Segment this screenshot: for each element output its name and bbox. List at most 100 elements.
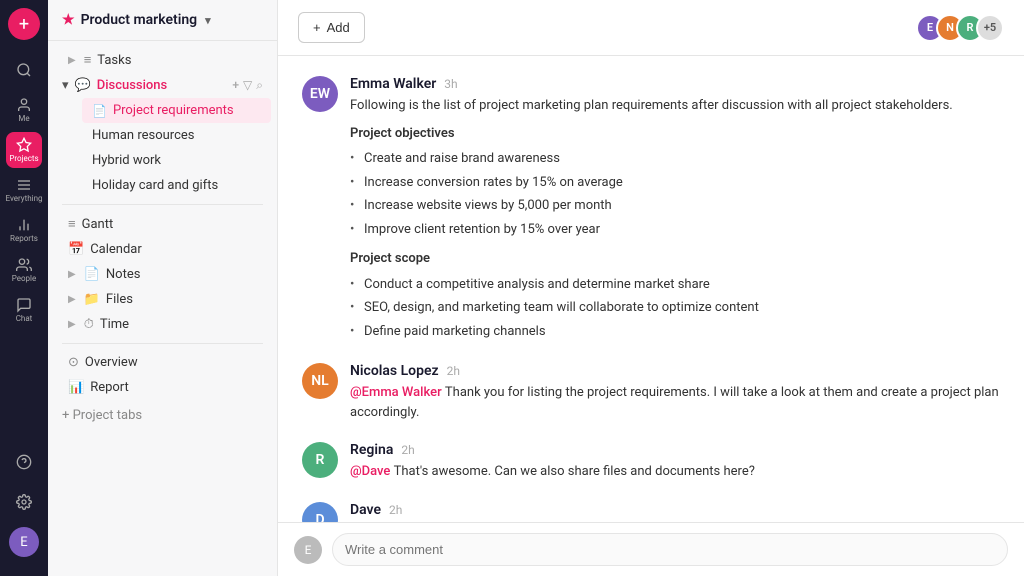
sidebar-item-human-resources[interactable]: Human resources: [82, 123, 271, 148]
add-plus-icon: +: [313, 20, 321, 35]
overview-icon: ⊙: [68, 355, 79, 370]
time-icon: ⏱: [84, 317, 94, 332]
time-nicolas: 2h: [447, 364, 460, 378]
sidebar-item-tasks[interactable]: ▶ ≡ Tasks: [54, 47, 271, 73]
mention-dave: @Dave: [350, 464, 390, 479]
chevron-right-icon: ▶: [68, 269, 76, 280]
overview-label: Overview: [85, 355, 138, 370]
holiday-card-label: Holiday card and gifts: [92, 178, 218, 193]
question-nav-button[interactable]: [6, 444, 42, 480]
message-body-regina: Regina 2h @Dave That's awesome. Can we a…: [350, 442, 1000, 482]
global-add-button[interactable]: +: [8, 8, 40, 40]
message-header-nicolas: Nicolas Lopez 2h: [350, 363, 1000, 379]
add-button-label: Add: [327, 20, 350, 35]
sidebar-divider: [62, 204, 263, 205]
files-label: Files: [106, 292, 133, 307]
everything-nav-button[interactable]: Everything: [6, 172, 42, 208]
sidebar-item-notes[interactable]: ▶ 📄 Notes: [54, 262, 271, 287]
sidebar-project-title: Product marketing: [81, 12, 198, 28]
chevron-down-icon: ▾: [205, 14, 211, 27]
sidebar-item-hybrid-work[interactable]: Hybrid work: [82, 148, 271, 173]
sidebar-item-gantt[interactable]: ≡ Gantt: [54, 211, 271, 237]
author-dave: Dave: [350, 502, 381, 518]
sidebar-project-header[interactable]: ★ Product marketing ▾: [48, 0, 277, 41]
discussion-area: EW Emma Walker 3h Following is the list …: [278, 56, 1024, 522]
message-header-dave: Dave 2h: [350, 502, 1000, 518]
avatar-count: +5: [976, 14, 1004, 42]
me-nav-button[interactable]: Me: [6, 92, 42, 128]
hybrid-work-label: Hybrid work: [92, 153, 161, 168]
chevron-right-icon: ▶: [68, 319, 76, 330]
calendar-label: Calendar: [90, 242, 142, 257]
doc-icon: 📄: [92, 104, 107, 118]
sidebar-item-time[interactable]: ▶ ⏱ Time: [54, 312, 271, 337]
discussions-label: Discussions: [97, 78, 168, 93]
mention-emma: @Emma Walker: [350, 385, 442, 400]
sidebar-item-overview[interactable]: ⊙ Overview: [54, 350, 271, 375]
message-regina: R Regina 2h @Dave That's awesome. Can we…: [302, 442, 1000, 482]
message-emma: EW Emma Walker 3h Following is the list …: [302, 76, 1000, 343]
sidebar-tasks-label: Tasks: [97, 53, 131, 68]
search-nav-button[interactable]: [6, 52, 42, 88]
sidebar-item-report[interactable]: 📊 Report: [54, 375, 271, 400]
main-content: + Add E N R +5 EW Emma Walker 3h Followi…: [278, 0, 1024, 576]
star-icon: ★: [62, 12, 75, 28]
notes-label: Notes: [106, 267, 141, 282]
message-text-emma: Following is the list of project marketi…: [350, 96, 1000, 343]
time-regina: 2h: [401, 443, 414, 457]
avatar-regina: R: [302, 442, 338, 478]
report-icon: 📊: [68, 380, 84, 395]
user-avatar-button[interactable]: E: [6, 524, 42, 560]
time-dave: 2h: [389, 503, 402, 517]
message-header-emma: Emma Walker 3h: [350, 76, 1000, 92]
members-avatars: E N R +5: [924, 14, 1004, 42]
chat-nav-button[interactable]: Chat: [6, 292, 42, 328]
sidebar-discussions-group[interactable]: ▾ 💬 Discussions + ▽ ⌕: [48, 73, 277, 98]
filter-discussion-icon[interactable]: ▽: [243, 78, 252, 93]
author-regina: Regina: [350, 442, 393, 458]
gantt-icon: ≡: [68, 216, 76, 232]
author-emma: Emma Walker: [350, 76, 436, 92]
discussions-actions: + ▽ ⌕: [232, 78, 263, 93]
time-emma: 3h: [444, 77, 457, 91]
message-text-regina: @Dave That's awesome. Can we also share …: [350, 462, 1000, 482]
message-dave: D Dave 2h @Regina Yes we can. I have att…: [302, 502, 1000, 523]
message-body-nicolas: Nicolas Lopez 2h @Emma Walker Thank you …: [350, 363, 1000, 422]
chevron-right-icon: ▶: [68, 294, 76, 305]
avatar-dave: D: [302, 502, 338, 523]
settings-nav-button[interactable]: [6, 484, 42, 520]
search-discussion-icon[interactable]: ⌕: [256, 78, 263, 93]
report-label: Report: [90, 380, 129, 395]
main-header: + Add E N R +5: [278, 0, 1024, 56]
add-tabs-label: + Project tabs: [62, 408, 142, 423]
calendar-icon: 📅: [68, 242, 84, 257]
sidebar-item-project-requirements[interactable]: 📄 Project requirements: [82, 98, 271, 123]
files-icon: 📁: [84, 292, 100, 307]
add-project-tabs-button[interactable]: + Project tabs: [48, 400, 277, 431]
icon-bar: + Me Projects Everything Reports People …: [0, 0, 48, 576]
sidebar-item-calendar[interactable]: 📅 Calendar: [54, 237, 271, 262]
add-discussion-icon[interactable]: +: [232, 78, 239, 93]
add-button[interactable]: + Add: [298, 12, 365, 43]
message-header-regina: Regina 2h: [350, 442, 1000, 458]
time-label: Time: [100, 317, 129, 332]
sidebar: ★ Product marketing ▾ ▶ ≡ Tasks ▾ 💬 Disc…: [48, 0, 278, 576]
comment-user-avatar: E: [294, 536, 322, 564]
chevron-right-icon: ▶: [68, 55, 76, 66]
message-nicolas: NL Nicolas Lopez 2h @Emma Walker Thank y…: [302, 363, 1000, 422]
message-body-dave: Dave 2h @Regina Yes we can. I have attac…: [350, 502, 1000, 523]
projects-nav-button[interactable]: Projects: [6, 132, 42, 168]
reports-nav-button[interactable]: Reports: [6, 212, 42, 248]
discussions-icon: 💬: [75, 78, 91, 93]
avatar-emma: EW: [302, 76, 338, 112]
people-nav-button[interactable]: People: [6, 252, 42, 288]
author-nicolas: Nicolas Lopez: [350, 363, 439, 379]
sidebar-divider-2: [62, 343, 263, 344]
notes-icon: 📄: [84, 267, 100, 282]
tasks-icon: ≡: [84, 52, 92, 68]
sidebar-item-files[interactable]: ▶ 📁 Files: [54, 287, 271, 312]
message-body-emma: Emma Walker 3h Following is the list of …: [350, 76, 1000, 343]
project-requirements-label: Project requirements: [113, 103, 234, 118]
sidebar-item-holiday-card[interactable]: Holiday card and gifts: [82, 173, 271, 198]
comment-input[interactable]: [332, 533, 1008, 566]
